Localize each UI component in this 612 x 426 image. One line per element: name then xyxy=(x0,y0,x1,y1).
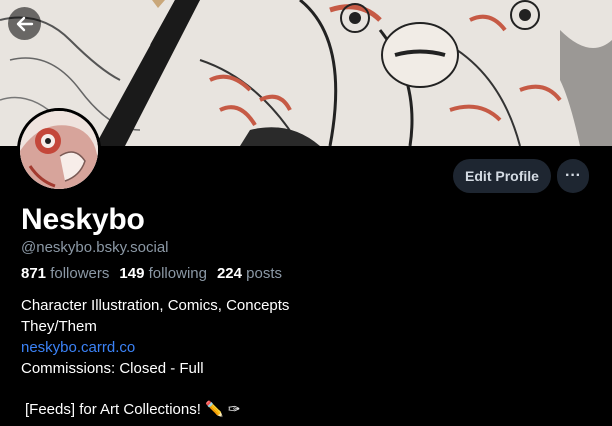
edit-profile-button[interactable]: Edit Profile xyxy=(453,159,551,193)
bio-feeds-line: [Feeds] for Art Collections! ✏️ ✑ xyxy=(25,401,241,418)
following-label: following xyxy=(148,265,207,282)
bio-line: Character Illustration, Comics, Concepts xyxy=(21,297,290,314)
posts-count: 224 xyxy=(216,265,242,282)
following-count: 149 xyxy=(119,265,145,282)
avatar[interactable] xyxy=(17,108,101,192)
arrow-left-icon xyxy=(16,16,33,31)
bio-line: Commissions: Closed - Full xyxy=(21,360,204,377)
bio-line: They/Them xyxy=(21,318,97,335)
followers-label: followers xyxy=(50,265,110,282)
posts-stat: 224 posts xyxy=(217,265,282,282)
followers-count: 871 xyxy=(21,265,47,282)
profile-bio: Character Illustration, Comics, Concepts… xyxy=(21,295,289,379)
more-options-button[interactable]: ··· xyxy=(557,159,589,193)
avatar-image xyxy=(20,111,98,189)
handle: @neskybo.bsky.social xyxy=(21,239,169,256)
profile-stats: 871 followers 149 following 224 posts xyxy=(21,265,292,282)
posts-label: posts xyxy=(246,265,283,282)
back-button[interactable] xyxy=(8,7,41,40)
bio-link[interactable]: neskybo.carrd.co xyxy=(21,337,289,358)
following-stat[interactable]: 149 following xyxy=(119,265,207,282)
followers-stat[interactable]: 871 followers xyxy=(21,265,109,282)
display-name: Neskybo xyxy=(21,203,145,236)
ellipsis-icon: ··· xyxy=(565,167,581,184)
